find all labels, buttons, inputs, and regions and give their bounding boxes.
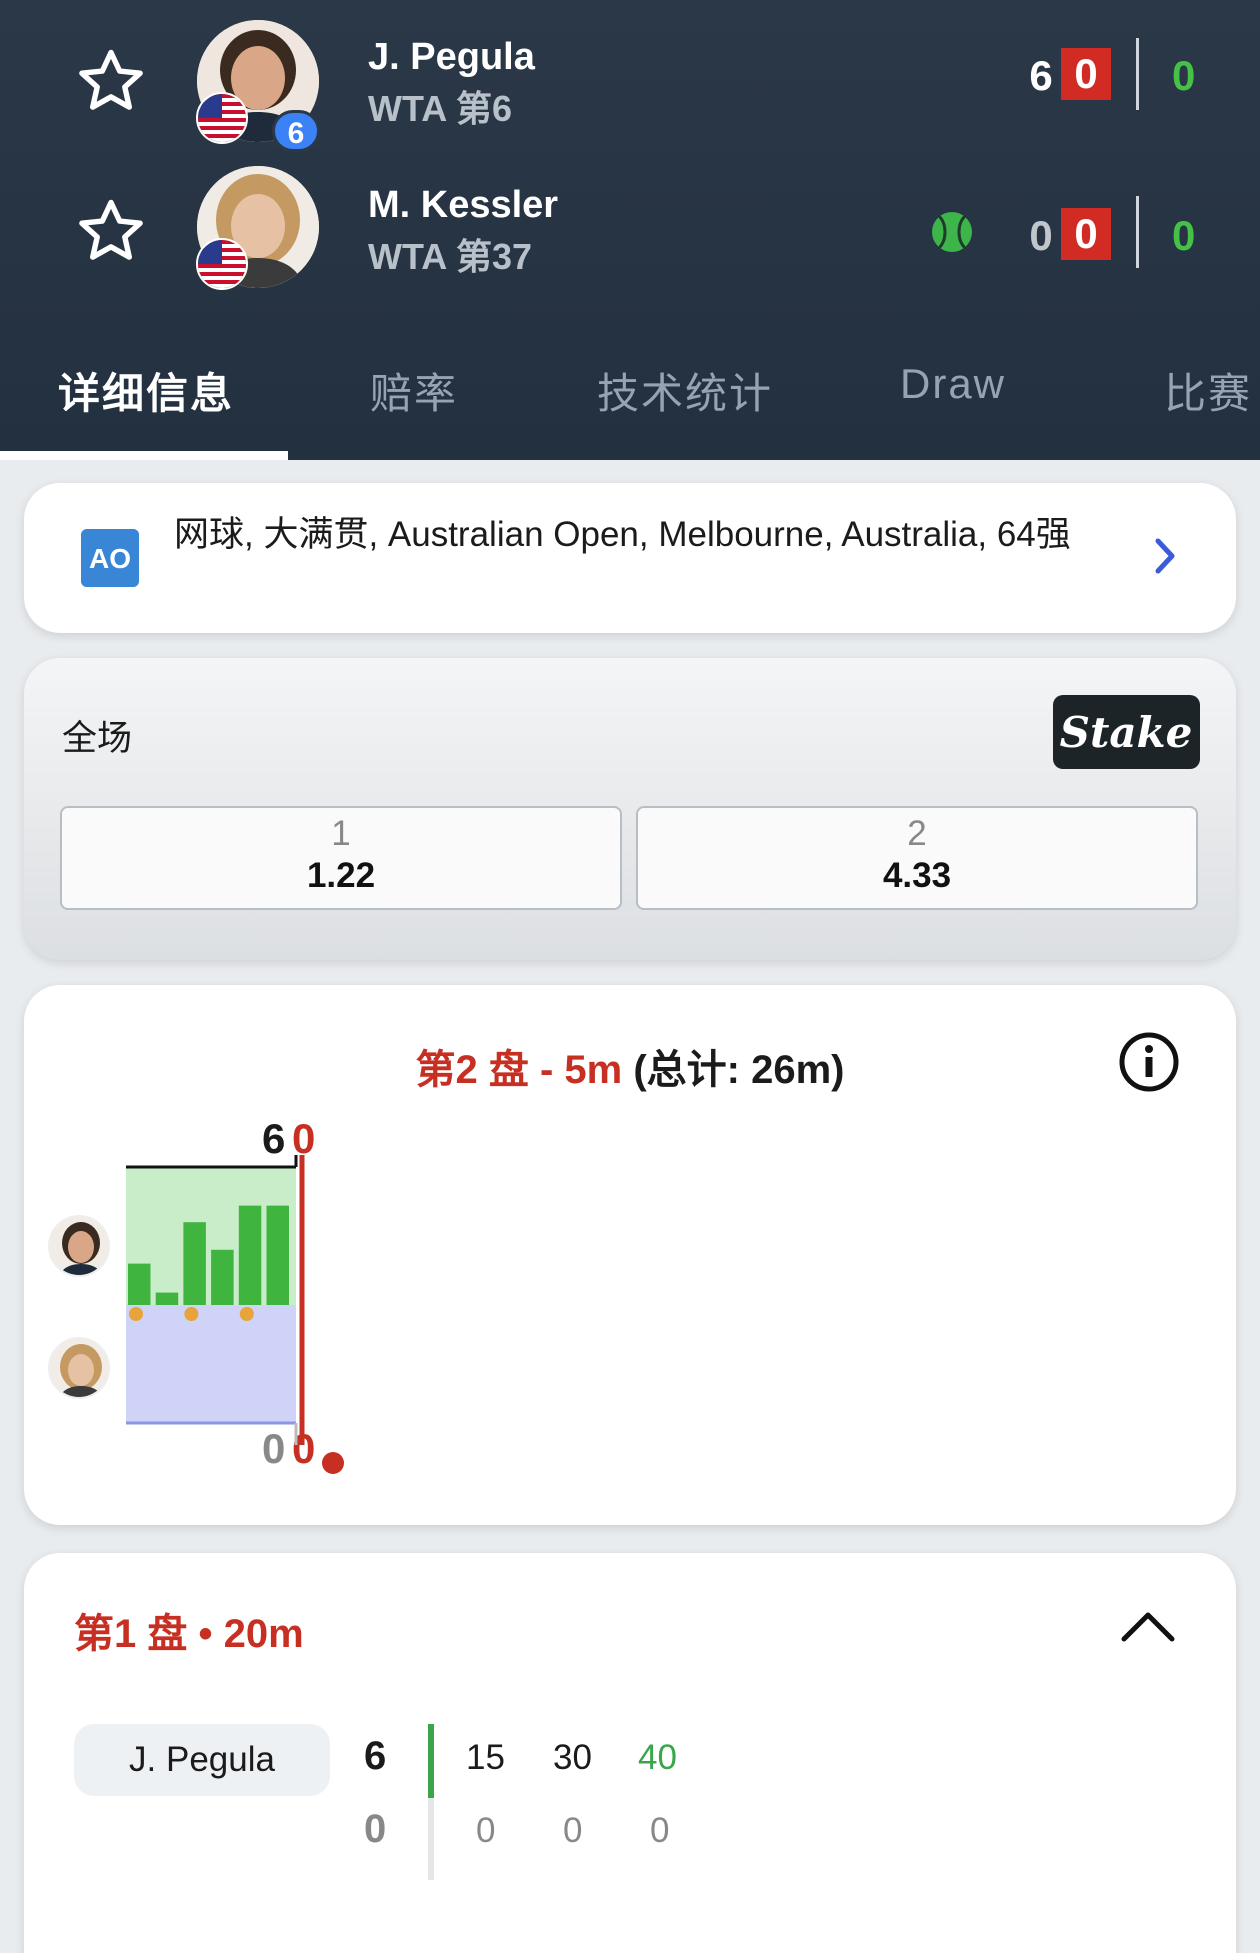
game-points: 0 (1172, 52, 1196, 99)
match-header: 6 J. Pegula WTA 第6 6 0 0 M. Kessler WTA … (0, 0, 1260, 460)
player-pill[interactable]: J. Pegula (74, 1724, 330, 1796)
player-rank: WTA 第6 (368, 88, 512, 129)
break-ball-icon (129, 1307, 143, 1321)
set-duration: 第2 盘 - 5m (415, 1048, 623, 1092)
player-name[interactable]: M. Kessler (368, 184, 558, 227)
point-score: 0 (476, 1811, 496, 1850)
momentum-bar (211, 1249, 234, 1305)
point-score: 15 (466, 1738, 505, 1777)
point-score: 30 (553, 1738, 592, 1777)
tab-match[interactable]: 比赛 (1164, 360, 1260, 421)
current-set-score: 0 (1061, 208, 1111, 260)
point-score-game: 40 (638, 1738, 677, 1777)
point-score: 0 (650, 1811, 670, 1850)
live-dot-icon (322, 1452, 344, 1474)
set1-title: 第1 盘 • 20m (74, 1612, 304, 1656)
player2-area (126, 1305, 296, 1423)
player-row-2: M. Kessler WTA 第37 0 0 0 (0, 160, 1260, 300)
svg-text:Stake: Stake (1060, 708, 1193, 757)
player-row-1: 6 J. Pegula WTA 第6 6 0 0 (0, 10, 1260, 152)
current-set-score: 0 (1061, 48, 1111, 100)
break-ball-icon (239, 1307, 254, 1321)
tab-bar: 详细信息 赔率 技术统计 Draw 比赛 (0, 340, 1260, 460)
market-label: 全场 (62, 719, 133, 758)
stake-logo[interactable]: Stake (1053, 695, 1200, 769)
player2-avatar-small (48, 1337, 110, 1399)
tab-odds[interactable]: 赔率 (370, 360, 458, 421)
player-name[interactable]: J. Pegula (368, 36, 535, 79)
tab-stats[interactable]: 技术统计 (597, 360, 773, 421)
seed-badge: 6 (272, 110, 320, 152)
chevron-right-icon (1155, 538, 1175, 574)
total-duration: (总计: 26m) (633, 1048, 845, 1092)
chevron-up-icon[interactable] (1120, 1609, 1176, 1643)
usa-flag-icon (196, 238, 248, 290)
serving-ball-icon (932, 212, 972, 252)
favorite-star-icon[interactable] (75, 195, 147, 267)
odds-value: 1.22 (306, 856, 376, 895)
odds-value: 4.33 (882, 856, 952, 895)
set1-score: 6 (1029, 52, 1053, 99)
tournament-info: 网球, 大满贯, Australian Open, Melbourne, Aus… (174, 515, 1071, 554)
info-icon[interactable] (1118, 1031, 1180, 1093)
svg-text:AO: AO (89, 543, 131, 574)
odds-label: 2 (907, 814, 927, 853)
momentum-bar (155, 1292, 179, 1305)
odds-button-player1[interactable]: 1 1.22 (60, 806, 622, 910)
score-divider (1136, 38, 1139, 110)
set1-card: 第1 盘 • 20m J. Pegula 6 0 15 30 40 0 0 0 (24, 1553, 1236, 1953)
break-ball-icon (184, 1307, 199, 1321)
game-divider-active (428, 1724, 434, 1798)
game-divider (428, 1798, 434, 1880)
favorite-star-icon[interactable] (75, 45, 147, 117)
tournament-card[interactable]: AO 网球, 大满贯, Australian Open, Melbourne, … (24, 483, 1236, 633)
tab-details[interactable]: 详细信息 (58, 360, 234, 421)
player1-avatar-small (48, 1215, 110, 1277)
momentum-card: 第2 盘 - 5m (总计: 26m) 6 0 0 0 (24, 985, 1236, 1525)
active-tab-indicator (0, 451, 288, 460)
momentum-bar (238, 1205, 262, 1305)
set1-score-bottom: 0 (364, 1807, 387, 1851)
tab-draw[interactable]: Draw (900, 360, 1006, 408)
momentum-title: 第2 盘 - 5m (总计: 26m) (24, 1037, 1236, 1095)
odds-button-player2[interactable]: 2 4.33 (636, 806, 1198, 910)
point-score: 0 (563, 1811, 583, 1850)
momentum-bar (266, 1205, 289, 1305)
momentum-chart (126, 1155, 305, 1445)
score-divider (1136, 196, 1139, 268)
odds-label: 1 (331, 814, 351, 853)
set1-score-top: 6 (364, 1734, 387, 1778)
australian-open-logo: AO (81, 529, 139, 587)
set1-score: 0 (1029, 212, 1053, 259)
momentum-bar (183, 1222, 206, 1305)
usa-flag-icon (196, 92, 248, 144)
player-rank: WTA 第37 (368, 236, 533, 277)
momentum-bar (128, 1263, 151, 1305)
game-points: 0 (1172, 212, 1196, 259)
